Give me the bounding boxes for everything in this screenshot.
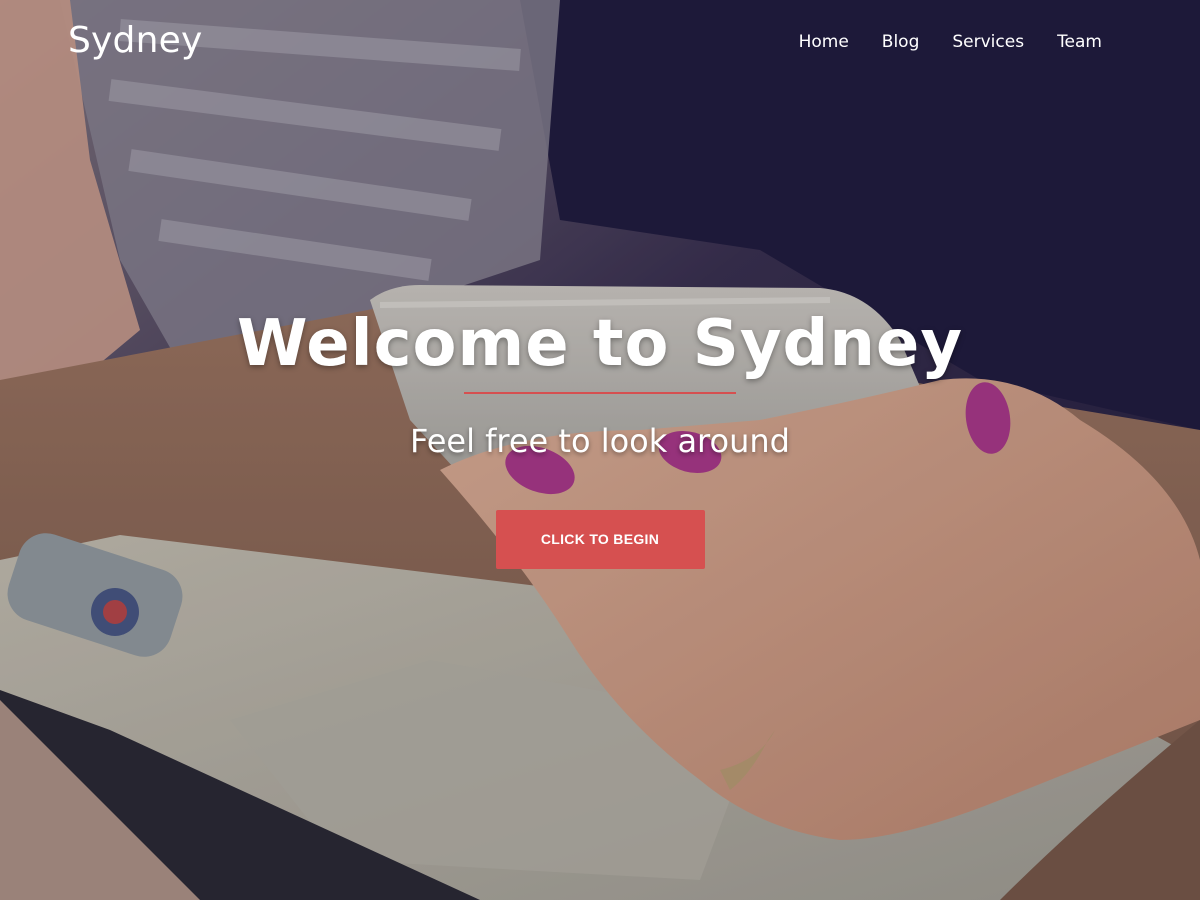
click-to-begin-button[interactable]: CLICK TO BEGIN — [495, 510, 705, 569]
hero-subtitle: Feel free to look around — [410, 422, 790, 460]
site-title-link[interactable]: Sydney — [68, 20, 202, 61]
main-nav: Home Blog Services Team — [766, 32, 1102, 52]
hero-section: Sydney Home Blog Services Team Welcome t… — [0, 0, 1200, 900]
hero-content: Welcome to Sydney Feel free to look arou… — [0, 300, 1200, 569]
nav-item-team[interactable]: Team — [1057, 32, 1102, 52]
nav-item-home[interactable]: Home — [799, 32, 849, 52]
nav-item-services[interactable]: Services — [952, 32, 1024, 52]
site-header: Sydney Home Blog Services Team — [0, 0, 1200, 86]
hero-title: Welcome to Sydney — [236, 307, 964, 381]
nav-item-blog[interactable]: Blog — [882, 32, 920, 52]
hero-divider — [464, 392, 736, 394]
